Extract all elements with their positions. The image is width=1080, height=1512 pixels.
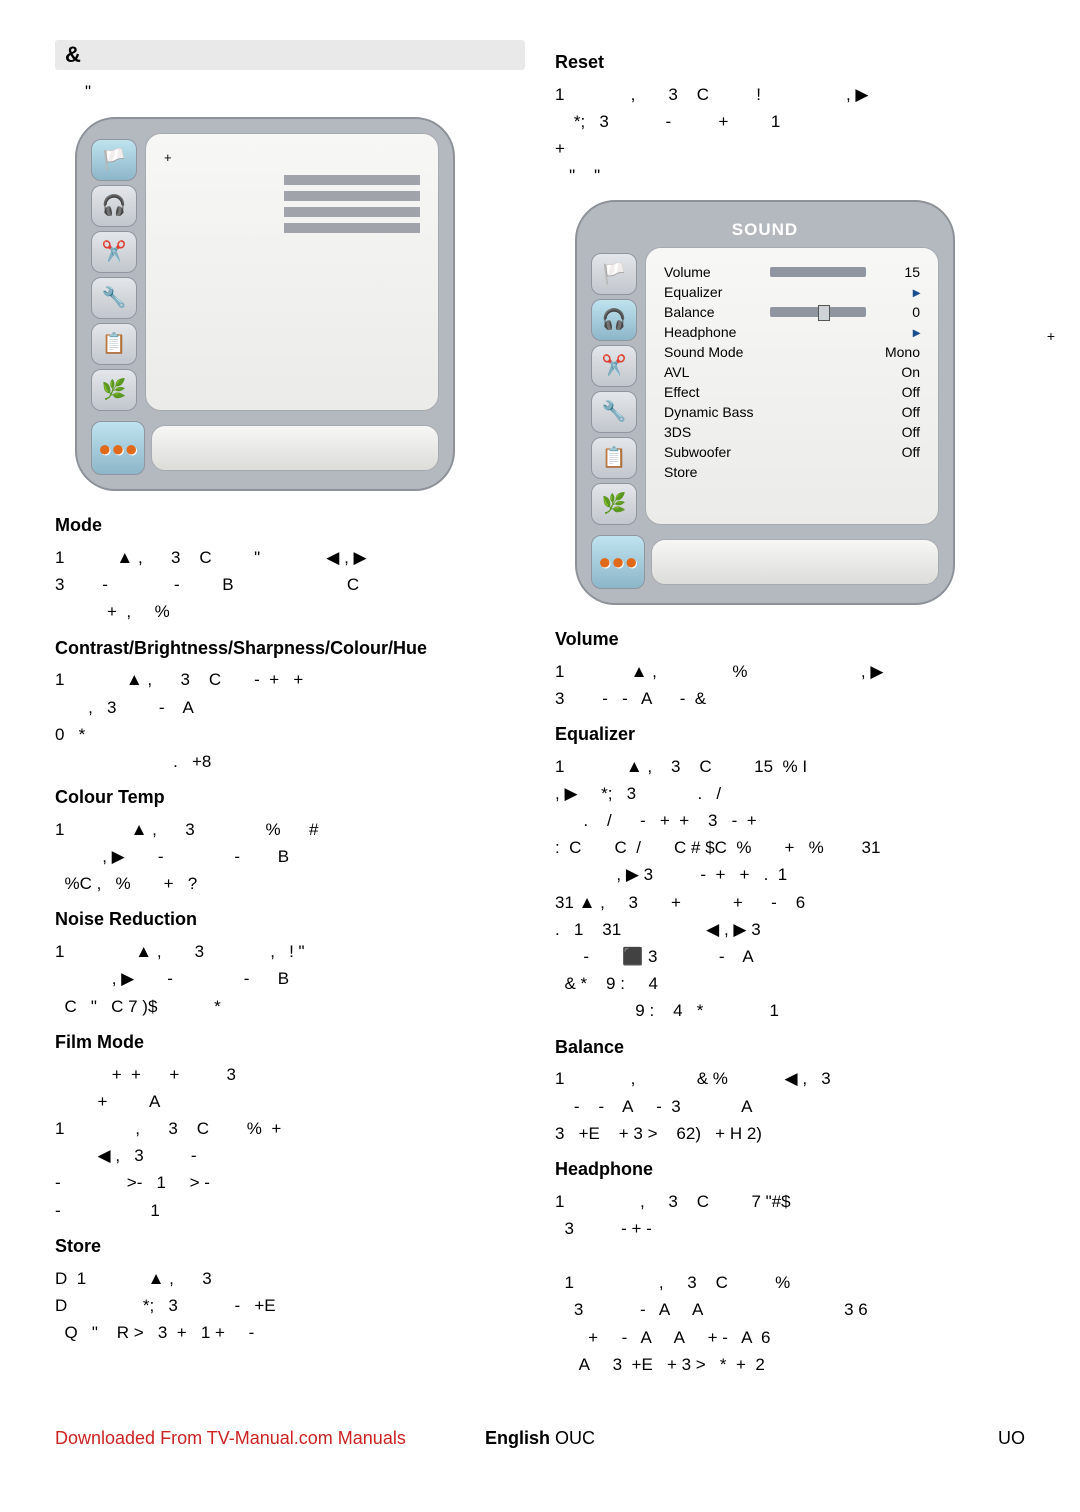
osd-row[interactable]: Volume15	[664, 262, 920, 282]
heading-headphone: Headphone	[555, 1155, 1025, 1184]
osd-tab-source-2[interactable]: 🌿	[591, 483, 637, 525]
osd-row[interactable]: Dynamic BassOff	[664, 402, 920, 422]
osd-tab-program-2[interactable]: 📋	[591, 437, 637, 479]
leaf-icon: 🌿	[102, 374, 127, 406]
mode-text: 1 ▲ , 3 C " ◀ , ▶ 3 - - B C + , %	[55, 544, 525, 626]
balance-text: 1 , & % ◀ , 3 - - A - 3 A 3 +E + 3 > 62)…	[555, 1065, 1025, 1147]
section-header-symbol: &	[65, 37, 81, 72]
osd-row[interactable]: Headphone▸	[664, 322, 920, 342]
heading-cbsch: Contrast/Brightness/Sharpness/Colour/Hue	[55, 634, 525, 663]
right-column: Reset 1 , 3 C ! , ▶ *; 3 - + 1 + " " SOU…	[555, 40, 1025, 1384]
osd-row[interactable]: SubwooferOff	[664, 442, 920, 462]
osd-tab-strip: 🏳️ 🎧 ✂️ 🔧 📋 🌿	[91, 133, 145, 411]
section-header-bar: &	[55, 40, 525, 70]
left-column: & " 🏳️ 🎧 ✂️ 🔧 📋 🌿 +	[55, 40, 525, 1384]
osd-row[interactable]: Balance0	[664, 302, 920, 322]
page-footer: Downloaded From TV-Manual.com Manuals En…	[55, 1424, 1025, 1453]
colourtemp-text: 1 ▲ , 3 % # , ▶ - - B %C , % + ?	[55, 816, 525, 898]
osd-panel-plus: +	[164, 148, 420, 169]
equalizer-text: 1 ▲ , 3 C 15 % I , ▶ *; 3 . / . / - + + …	[555, 753, 1025, 1025]
heading-volume: Volume	[555, 625, 1025, 654]
osd-tab-picture-2[interactable]: 🏳️	[591, 253, 637, 295]
headphone-icon: 🎧	[602, 304, 627, 336]
osd-tab-install-2[interactable]: 🔧	[591, 391, 637, 433]
heading-reset: Reset	[555, 48, 1025, 77]
osd-tab-sound[interactable]: 🎧	[91, 185, 137, 227]
osd-row-value: Off	[872, 441, 920, 463]
list-icon: 📋	[102, 328, 127, 360]
osd-tab-feature[interactable]: ✂️	[91, 231, 137, 273]
osd-hint-bar-2	[651, 539, 939, 585]
flag-icon: 🏳️	[102, 144, 127, 176]
osd-sound-content: Volume15Equalizer▸Balance0Headphone▸Soun…	[645, 247, 939, 525]
osd-row[interactable]: EffectOff	[664, 382, 920, 402]
intro-line: "	[55, 78, 525, 105]
osd-blank-rows	[164, 175, 420, 233]
osd-tab-source[interactable]: 🌿	[91, 369, 137, 411]
heading-film-mode: Film Mode	[55, 1028, 525, 1057]
balls-icon: ●●●	[98, 431, 138, 466]
filmmode-text: + + + 3 + A 1 , 3 C % + ◀ , 3 - - >- 1 >…	[55, 1061, 525, 1224]
footer-code: OUC	[555, 1428, 595, 1448]
osd-title: SOUND	[591, 216, 939, 243]
balls-icon: ●●●	[598, 544, 638, 579]
download-link[interactable]: Downloaded From TV-Manual.com Manuals	[55, 1428, 406, 1448]
osd-balance-slider[interactable]	[770, 307, 866, 317]
heading-equalizer: Equalizer	[555, 720, 1025, 749]
wrench-icon: 🔧	[602, 396, 627, 428]
osd-row[interactable]: Equalizer▸	[664, 282, 920, 302]
list-icon: 📋	[602, 442, 627, 474]
tools-icon: ✂️	[102, 236, 127, 268]
osd-nav-balls-2[interactable]: ●●●	[591, 535, 645, 589]
osd-sound-panel: SOUND 🏳️ 🎧 ✂️ 🔧 📋 🌿 Volume15Equalizer▸Ba…	[575, 200, 955, 605]
osd-row-label: Store	[664, 461, 872, 483]
volume-text: 1 ▲ , % , ▶ 3 - - A - &	[555, 658, 1025, 712]
cbsch-text: 1 ▲ , 3 C - + + , 3 - A 0 * . +8	[55, 666, 525, 775]
osd-tab-program[interactable]: 📋	[91, 323, 137, 365]
osd-tab-sound-2[interactable]: 🎧	[591, 299, 637, 341]
osd-content-panel: +	[145, 133, 439, 411]
heading-noise-reduction: Noise Reduction	[55, 905, 525, 934]
osd-slider[interactable]	[770, 267, 866, 277]
heading-store: Store	[55, 1232, 525, 1261]
headphone-text: 1 , 3 C 7 "#$ 3 - + - 1 , 3 C % 3 - A A …	[555, 1188, 1025, 1378]
osd-tab-picture[interactable]: 🏳️	[91, 139, 137, 181]
heading-mode: Mode	[55, 511, 525, 540]
osd-row[interactable]: Store	[664, 462, 920, 482]
page-number: UO	[998, 1424, 1025, 1453]
osd-hint-bar	[151, 425, 439, 471]
nr-text: 1 ▲ , 3 , ! " , ▶ - - B C " C 7 )$ *	[55, 938, 525, 1020]
osd-tab-feature-2[interactable]: ✂️	[591, 345, 637, 387]
flag-icon: 🏳️	[602, 258, 627, 290]
osd-tab-strip-2: 🏳️ 🎧 ✂️ 🔧 📋 🌿	[591, 247, 645, 525]
osd-row[interactable]: Sound ModeMono	[664, 342, 920, 362]
osd-row[interactable]: 3DSOff	[664, 422, 920, 442]
heading-balance: Balance	[555, 1033, 1025, 1062]
leaf-icon: 🌿	[602, 488, 627, 520]
osd-row[interactable]: AVLOn	[664, 362, 920, 382]
side-plus: +	[1047, 325, 1055, 347]
osd-picture-panel: 🏳️ 🎧 ✂️ 🔧 📋 🌿 + ●●●	[75, 117, 455, 491]
footer-language: English	[485, 1428, 550, 1448]
tools-icon: ✂️	[602, 350, 627, 382]
heading-colour-temp: Colour Temp	[55, 783, 525, 812]
osd-nav-balls[interactable]: ●●●	[91, 421, 145, 475]
wrench-icon: 🔧	[102, 282, 127, 314]
store-text: D 1 ▲ , 3 D *; 3 - +E Q " R > 3 + 1 + -	[55, 1265, 525, 1347]
reset-text: 1 , 3 C ! , ▶ *; 3 - + 1 + " "	[555, 81, 1025, 190]
osd-tab-install[interactable]: 🔧	[91, 277, 137, 319]
headphone-icon: 🎧	[102, 190, 127, 222]
